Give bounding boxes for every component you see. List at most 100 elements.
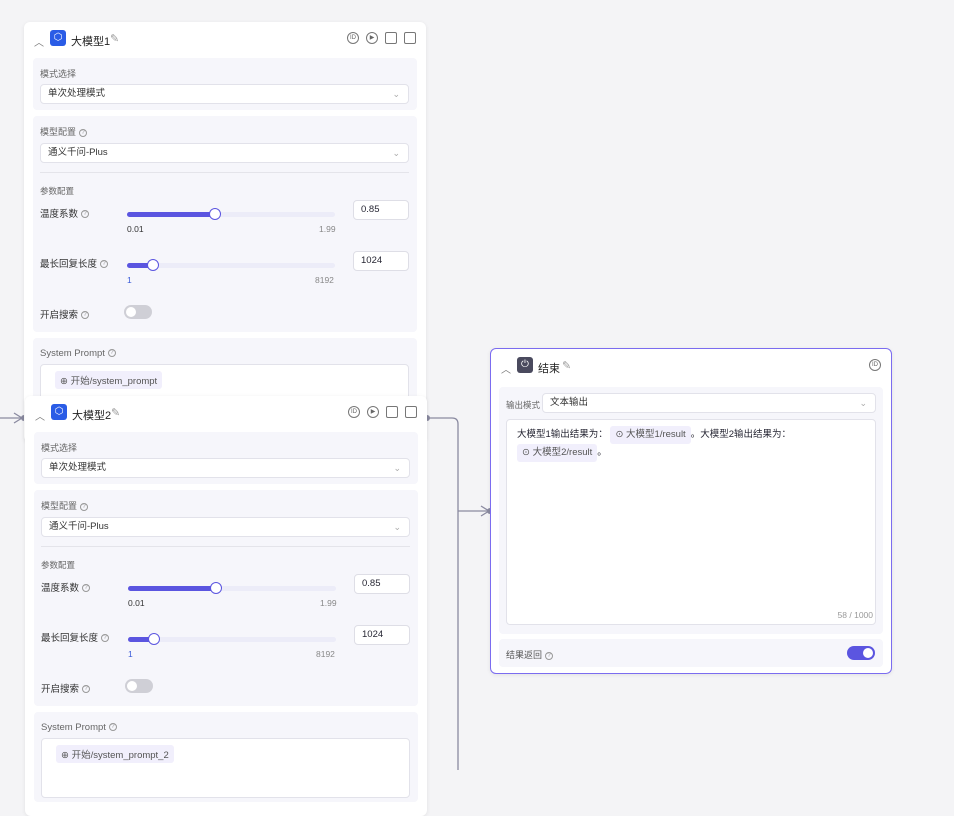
- help-icon: ?: [81, 311, 90, 320]
- llm-node-icon: ⬡: [50, 30, 66, 46]
- slider-thumb[interactable]: [210, 582, 223, 594]
- slider-thumb[interactable]: [209, 208, 222, 220]
- help-icon: ?: [100, 260, 109, 269]
- max-length-input[interactable]: 1024: [354, 625, 410, 645]
- mode-value: 单次处理模式: [48, 88, 106, 99]
- help-icon: ?: [80, 502, 89, 511]
- max-length-input[interactable]: 1024: [353, 251, 409, 271]
- mode-value: 单次处理模式: [49, 462, 107, 473]
- max-length-min: 1: [127, 275, 132, 285]
- slider-thumb[interactable]: [147, 259, 159, 271]
- model-label: 模型配置?: [40, 125, 88, 138]
- return-section: 结果返回?: [499, 639, 883, 667]
- node-header: ︿ ⬡ 大模型1 ✎ ID ▶: [24, 22, 426, 58]
- return-toggle[interactable]: [847, 646, 875, 660]
- temperature-slider[interactable]: [128, 582, 336, 594]
- temperature-slider[interactable]: [127, 208, 335, 220]
- copy-icon[interactable]: [385, 32, 397, 44]
- max-length-label: 最长回复长度?: [40, 256, 109, 270]
- params-label: 参数配置: [41, 560, 76, 570]
- llm-node-card[interactable]: ︿ ⬡ 大模型2 ✎ ID ▶ 模式选择 单次处理模式 ⌄ 模型配置? 通义千问-…: [25, 396, 427, 816]
- chevron-down-icon: ⌄: [392, 89, 400, 99]
- help-icon: ?: [82, 685, 91, 694]
- node-header: ︿ ⬡ 大模型2 ✎ ID ▶: [25, 396, 427, 432]
- node-title: 大模型1: [71, 36, 111, 48]
- mode-select[interactable]: 单次处理模式 ⌄: [40, 84, 409, 104]
- search-toggle[interactable]: [125, 679, 153, 693]
- collapse-chevron-icon[interactable]: ︿: [34, 34, 44, 49]
- divider: [40, 172, 409, 173]
- id-icon[interactable]: ID: [869, 359, 881, 371]
- params-label: 参数配置: [40, 186, 75, 196]
- chevron-down-icon: ⌄: [392, 148, 400, 158]
- node-header: ︿ ⏻ 结束 ✎ ID: [491, 349, 891, 385]
- template-text: 。: [597, 447, 607, 458]
- temperature-max: 1.99: [319, 224, 336, 234]
- temperature-min: 0.01: [127, 224, 144, 234]
- search-toggle[interactable]: [124, 305, 152, 319]
- chevron-down-icon: ⌄: [393, 463, 401, 473]
- edit-title-icon[interactable]: ✎: [110, 32, 119, 45]
- variable-tag[interactable]: ⊕ 开始/system_prompt: [55, 371, 163, 389]
- output-mode-select[interactable]: 文本输出 ⌄: [542, 393, 876, 413]
- collapse-chevron-icon[interactable]: ︿: [35, 408, 45, 423]
- copy-icon[interactable]: [386, 406, 398, 418]
- output-mode-value: 文本输出: [550, 397, 589, 408]
- prompt-label: System Prompt?: [41, 722, 117, 733]
- max-length-max: 8192: [315, 275, 334, 285]
- template-text: 。大模型2输出结果为：: [690, 429, 791, 440]
- run-icon[interactable]: ▶: [366, 32, 378, 44]
- variable-tag[interactable]: ⊙ 大模型2/result: [517, 444, 598, 462]
- mode-section: 模式选择 单次处理模式 ⌄: [34, 432, 418, 484]
- help-icon: ?: [82, 584, 91, 593]
- delete-icon[interactable]: [405, 406, 417, 418]
- temperature-min: 0.01: [128, 598, 145, 608]
- divider: [41, 546, 410, 547]
- edit-title-icon[interactable]: ✎: [562, 359, 571, 372]
- output-mode-label: 输出模式: [506, 400, 541, 410]
- model-label: 模型配置?: [41, 499, 89, 512]
- run-icon[interactable]: ▶: [367, 406, 379, 418]
- temperature-max: 1.99: [320, 598, 337, 608]
- max-length-min: 1: [128, 649, 133, 659]
- model-value: 通义千问-Plus: [49, 521, 109, 532]
- model-select[interactable]: 通义千问-Plus ⌄: [40, 143, 409, 163]
- chevron-down-icon: ⌄: [859, 398, 867, 408]
- help-icon: ?: [101, 634, 110, 643]
- output-template-input[interactable]: 大模型1输出结果为： ⊙ 大模型1/result 。大模型2输出结果为： ⊙ 大模…: [506, 419, 876, 625]
- model-value: 通义千问-Plus: [48, 147, 108, 158]
- edit-title-icon[interactable]: ✎: [111, 406, 120, 419]
- variable-tag[interactable]: ⊕ 开始/system_prompt_2: [56, 745, 174, 763]
- max-length-slider[interactable]: [128, 633, 336, 645]
- slider-thumb[interactable]: [148, 633, 160, 645]
- id-icon[interactable]: ID: [348, 406, 360, 418]
- variable-tag[interactable]: ⊙ 大模型1/result: [610, 426, 691, 444]
- llm-node-card[interactable]: ︿ ⬡ 大模型1 ✎ ID ▶ 模式选择 单次处理模式 ⌄ 模型配置? 通义千问-…: [24, 22, 426, 442]
- temperature-label: 温度系数?: [41, 580, 91, 594]
- mode-label: 模式选择: [40, 69, 77, 79]
- delete-icon[interactable]: [404, 32, 416, 44]
- prompt-section: System Prompt? ⊕ 开始/system_prompt_2: [34, 712, 418, 802]
- system-prompt-input[interactable]: ⊕ 开始/system_prompt_2: [41, 738, 410, 798]
- temperature-input[interactable]: 0.85: [353, 200, 409, 220]
- output-section: 输出模式 文本输出 ⌄ 大模型1输出结果为： ⊙ 大模型1/result 。大模型2…: [499, 387, 883, 634]
- node-title: 结束: [538, 363, 560, 375]
- temperature-input[interactable]: 0.85: [354, 574, 410, 594]
- mode-select[interactable]: 单次处理模式 ⌄: [41, 458, 410, 478]
- help-icon: ?: [79, 128, 88, 137]
- model-section: 模型配置? 通义千问-Plus ⌄ 参数配置 温度系数? 0.01 1.99 0.…: [34, 490, 418, 706]
- id-icon[interactable]: ID: [347, 32, 359, 44]
- collapse-chevron-icon[interactable]: ︿: [501, 361, 511, 376]
- power-icon: ⏻: [517, 357, 533, 373]
- max-length-slider[interactable]: [127, 259, 335, 271]
- node-title: 大模型2: [72, 410, 112, 422]
- help-icon: ?: [81, 210, 90, 219]
- char-counter: 58 / 1000: [837, 610, 873, 620]
- search-label: 开启搜索?: [40, 307, 90, 321]
- template-text: 大模型1输出结果为：: [517, 429, 608, 440]
- help-icon: ?: [545, 651, 554, 660]
- end-node-card[interactable]: ︿ ⏻ 结束 ✎ ID 输出模式 文本输出 ⌄ 大模型1输出结果为： ⊙ 大模型1…: [490, 348, 892, 674]
- return-label: 结果返回?: [506, 648, 554, 661]
- temperature-label: 温度系数?: [40, 206, 90, 220]
- model-select[interactable]: 通义千问-Plus ⌄: [41, 517, 410, 537]
